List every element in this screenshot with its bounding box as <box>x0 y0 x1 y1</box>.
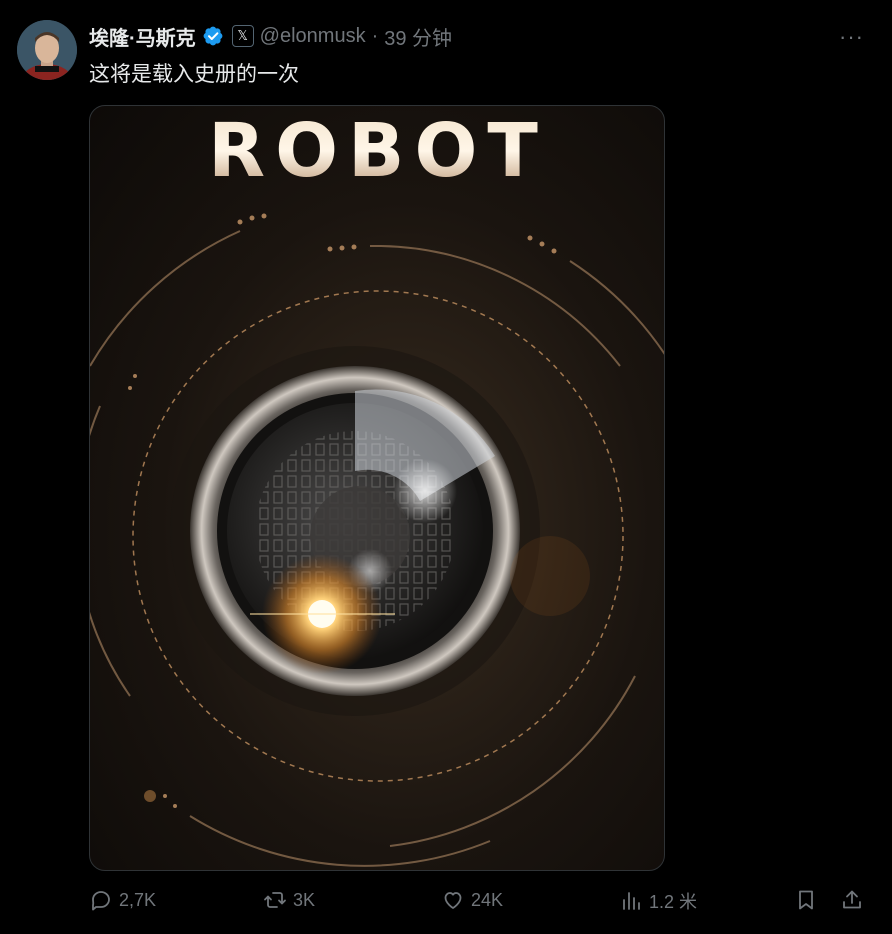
avatar[interactable] <box>17 20 77 80</box>
reply-count: 2,7K <box>119 889 157 910</box>
tweet-header: 埃隆·马斯克 𝕏 @elonmusk · 39 分钟 <box>89 22 452 50</box>
reply-button[interactable]: 2,7K <box>89 888 156 912</box>
reply-icon <box>92 891 110 911</box>
like-count: 24K <box>471 889 504 910</box>
poster-title: ROBOT <box>208 108 548 194</box>
heart-icon <box>444 892 462 909</box>
views-count: 1.2 米 <box>649 892 698 912</box>
x-logo-icon[interactable]: 𝕏 <box>231 25 254 47</box>
tweet-timestamp[interactable]: 39 分钟 <box>384 22 452 51</box>
share-button[interactable] <box>840 888 864 912</box>
tweet-text: 这将是载入史册的一次 <box>89 63 299 86</box>
retweet-icon <box>264 892 286 908</box>
bookmark-button[interactable] <box>794 888 818 912</box>
avatar-image <box>17 20 77 80</box>
bookmark-icon <box>799 890 813 910</box>
retweet-count: 3K <box>293 889 316 910</box>
robot-poster: ROBOT <box>90 108 664 867</box>
verified-badge-icon[interactable] <box>202 25 224 47</box>
author-handle[interactable]: @elonmusk <box>260 25 366 48</box>
analytics-icon <box>623 892 640 910</box>
author-name[interactable]: 埃隆·马斯克 <box>89 22 196 51</box>
tweet-action-bar: 2,7K 3K 24K 1.2 米 <box>89 888 879 924</box>
views-button[interactable]: 1.2 米 <box>619 888 697 914</box>
separator-dot: · <box>371 24 379 47</box>
like-button[interactable]: 24K <box>441 888 503 912</box>
more-options-icon[interactable]: ··· <box>839 24 864 50</box>
tweet-media-image[interactable]: ROBOT <box>89 105 665 871</box>
retweet-button[interactable]: 3K <box>263 888 315 912</box>
share-icon <box>843 890 861 909</box>
